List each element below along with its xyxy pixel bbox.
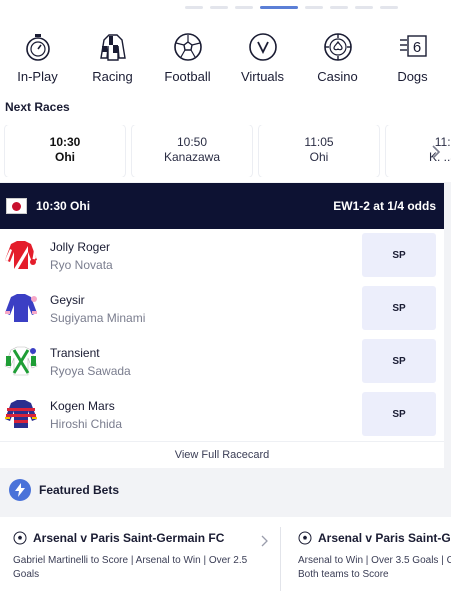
bet-description: Arsenal to Win | Over 3.5 Goals | C Both… xyxy=(298,554,451,582)
sport-label: In-Play xyxy=(17,69,58,84)
sports-nav: In-Play Racing Football Virtuals Casino xyxy=(0,32,451,88)
football-icon xyxy=(13,531,27,545)
pager-dot[interactable] xyxy=(330,6,348,9)
each-way-terms: EW1-2 at 1/4 odds xyxy=(333,199,436,213)
silk-red-white-icon xyxy=(5,241,37,269)
jockey-name: Ryoya Sawada xyxy=(50,364,131,378)
bet-match-title: Arsenal v Paris Saint-Germain FC xyxy=(33,531,225,545)
bet-description-line: Goals xyxy=(13,569,40,580)
football-icon xyxy=(298,531,312,545)
odds-button[interactable]: SP xyxy=(362,339,436,383)
sport-label: Casino xyxy=(317,69,358,84)
runner-row: Kogen Mars Hiroshi Chida SP xyxy=(0,388,444,441)
carousel-pager xyxy=(185,6,398,9)
race-title: 10:30 Ohi xyxy=(36,199,91,213)
jockey-silk-icon xyxy=(98,32,128,62)
pager-dot[interactable] xyxy=(380,6,398,9)
next-race-card[interactable]: 11:05 Ohi xyxy=(259,125,379,177)
casino-chip-icon xyxy=(323,32,353,62)
pager-dot-active[interactable] xyxy=(260,6,298,9)
silk-white-green-cross-icon xyxy=(4,346,38,376)
ew-terms: 1-2 at 1/4 odds xyxy=(352,199,436,213)
bet-description-line: Gabriel Martinelli to Score | Arsenal to… xyxy=(13,555,248,566)
sport-football[interactable]: Football xyxy=(150,32,225,88)
sport-in-play[interactable]: In-Play xyxy=(0,32,75,88)
runner-name: Kogen Mars xyxy=(50,399,115,413)
race-header: 10:30 Ohi EW1-2 at 1/4 odds xyxy=(0,183,444,229)
silk-navy-red-stripes-icon xyxy=(5,400,37,428)
bet-description-line: Arsenal to Win | Over 3.5 Goals | C xyxy=(298,555,451,566)
next-races-title: Next Races xyxy=(5,100,70,114)
football-icon xyxy=(173,32,203,62)
chevron-right-icon[interactable] xyxy=(260,535,269,547)
pager-dot[interactable] xyxy=(235,6,253,9)
stopwatch-icon xyxy=(23,32,53,62)
next-race-card[interactable]: 10:30 Ohi xyxy=(5,125,125,177)
race-time: 11:05 xyxy=(304,135,334,149)
next-races-carousel: 10:30 Ohi 10:50 Kanazawa 11:05 Ohi 11:2 … xyxy=(0,125,451,177)
lightning-bolt-icon xyxy=(9,479,31,501)
sport-label: Virtuals xyxy=(240,69,285,84)
pager-dot[interactable] xyxy=(355,6,373,9)
bet-description: Gabriel Martinelli to Score | Arsenal to… xyxy=(13,554,247,582)
featured-bets-title: Featured Bets xyxy=(39,483,120,497)
jockey-name: Sugiyama Minami xyxy=(50,311,146,325)
divider xyxy=(280,527,281,591)
pager-dot[interactable] xyxy=(185,6,203,9)
runner-row: Jolly Roger Ryo Novata SP xyxy=(0,229,444,282)
silk-blue-pink-icon xyxy=(5,294,37,322)
pager-dot[interactable] xyxy=(305,6,323,9)
featured-bet-card[interactable]: Arsenal v Paris Saint-Germain FC Gabriel… xyxy=(13,517,263,601)
sport-virtuals[interactable]: Virtuals xyxy=(225,32,300,88)
sport-label: Dogs xyxy=(397,69,428,84)
next-race-card[interactable]: 10:50 Kanazawa xyxy=(132,125,252,177)
sport-label: Racing xyxy=(92,69,133,84)
sport-label: Football xyxy=(164,69,211,84)
virtuals-v-icon xyxy=(248,32,278,62)
sport-casino[interactable]: Casino xyxy=(300,32,375,88)
odds-button[interactable]: SP xyxy=(362,286,436,330)
chevron-right-icon[interactable] xyxy=(430,145,442,159)
odds-button[interactable]: SP xyxy=(362,392,436,436)
race-venue: Ohi xyxy=(55,150,75,164)
sport-dogs[interactable]: 6 Dogs xyxy=(375,32,450,88)
dogs-trap-icon: 6 xyxy=(398,32,428,62)
bet-match-title: Arsenal v Paris Saint-G xyxy=(318,531,451,545)
race-time: 10:50 xyxy=(176,135,208,149)
runner-name: Transient xyxy=(50,346,100,360)
sport-racing[interactable]: Racing xyxy=(75,32,150,88)
dogs-trap-number: 6 xyxy=(412,39,420,56)
pager-dot[interactable] xyxy=(210,6,228,9)
bet-description-line: Both teams to Score xyxy=(298,569,389,580)
jockey-name: Hiroshi Chida xyxy=(50,417,123,431)
japan-flag-icon xyxy=(6,198,27,214)
top-section: In-Play Racing Football Virtuals Casino xyxy=(0,0,451,182)
featured-bets-carousel: Arsenal v Paris Saint-Germain FC Gabriel… xyxy=(0,517,451,601)
runner-name: Geysir xyxy=(50,293,85,307)
featured-bets-header: Featured Bets xyxy=(0,470,451,510)
featured-bet-card[interactable]: Arsenal v Paris Saint-G Arsenal to Win |… xyxy=(298,517,451,601)
runner-row: Geysir Sugiyama Minami SP xyxy=(0,282,444,335)
runner-name: Jolly Roger xyxy=(50,240,111,254)
jockey-name: Ryo Novata xyxy=(50,258,113,272)
view-full-racecard-link[interactable]: View Full Racecard xyxy=(0,441,444,468)
race-venue: Kanazawa xyxy=(163,150,221,164)
odds-button[interactable]: SP xyxy=(362,233,436,277)
race-venue: Ohi xyxy=(309,150,329,164)
runner-list: Jolly Roger Ryo Novata SP Geysir Sugiyam… xyxy=(0,229,444,468)
runner-row: Transient Ryoya Sawada SP xyxy=(0,335,444,388)
race-time: 10:30 xyxy=(49,135,81,149)
ew-prefix: EW xyxy=(333,199,353,213)
